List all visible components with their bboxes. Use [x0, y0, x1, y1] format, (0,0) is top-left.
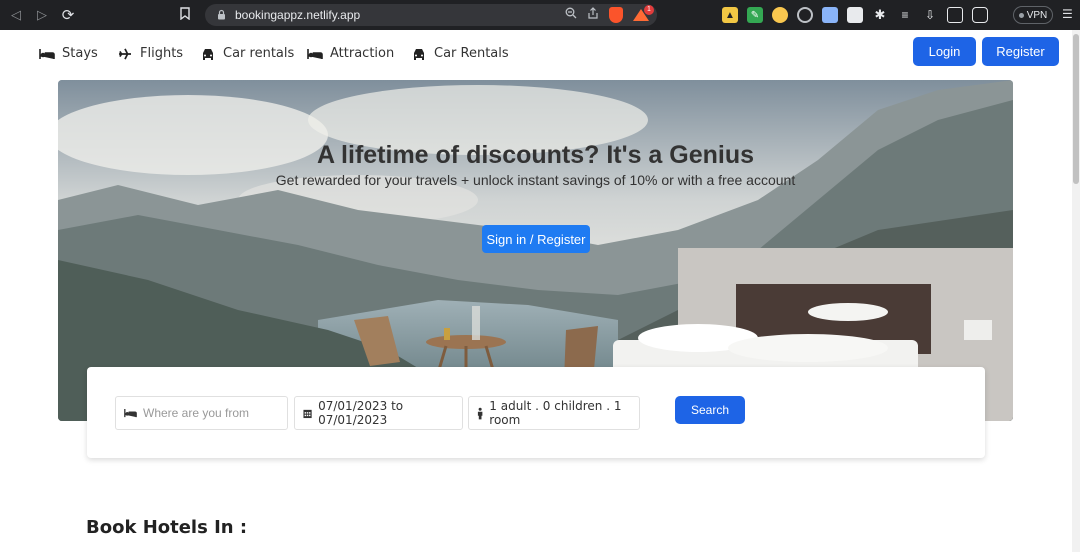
nav-stays-label: Stays — [62, 46, 98, 61]
nav-car-rentals-2-label: Car Rentals — [434, 46, 509, 61]
guests-field[interactable]: 1 adult . 0 children . 1 room — [468, 396, 640, 430]
extension-target-icon[interactable] — [797, 7, 813, 23]
extension-circle-icon[interactable] — [772, 7, 788, 23]
download-icon[interactable]: ⇩ — [922, 7, 938, 23]
bed-icon — [307, 48, 323, 59]
reload-icon[interactable]: ⟳ — [58, 5, 78, 25]
extension-media-icon[interactable] — [847, 7, 863, 23]
page-scrollbar[interactable] — [1072, 30, 1080, 552]
bed-icon — [124, 408, 137, 418]
extension-doc-icon[interactable] — [822, 7, 838, 23]
nav-stays[interactable]: Stays — [39, 46, 98, 61]
reading-list-icon[interactable]: ≡ — [897, 7, 913, 23]
back-icon[interactable]: ◁ — [6, 5, 26, 25]
browser-toolbar: ◁ ▷ ⟳ bookingappz.netlify.app 1 ▲ ✎ ✱ ≡ … — [0, 0, 1080, 30]
nav-attraction-label: Attraction — [330, 46, 395, 61]
search-card: 07/01/2023 to 07/01/2023 1 adult . 0 chi… — [87, 367, 985, 458]
car-icon — [203, 48, 213, 60]
book-hotels-heading: Book Hotels In : — [86, 517, 248, 538]
plane-icon — [119, 47, 131, 60]
calendar-icon — [303, 409, 312, 418]
nav-flights[interactable]: Flights — [117, 46, 183, 61]
car-icon — [414, 48, 424, 60]
destination-input[interactable] — [143, 406, 273, 420]
wallet-icon[interactable] — [972, 7, 988, 23]
nav-car-rentals-label: Car rentals — [223, 46, 295, 61]
zoom-icon[interactable] — [565, 7, 577, 23]
forward-icon[interactable]: ▷ — [32, 5, 52, 25]
search-button[interactable]: Search — [675, 396, 745, 424]
register-button[interactable]: Register — [982, 37, 1059, 66]
url-text: bookingappz.netlify.app — [235, 8, 361, 22]
vpn-label: VPN — [1026, 9, 1048, 21]
share-icon[interactable] — [587, 7, 599, 23]
extensions-puzzle-icon[interactable]: ✱ — [872, 7, 888, 23]
nav-car-rentals-2[interactable]: Car Rentals — [411, 46, 509, 61]
sidebar-icon[interactable] — [947, 7, 963, 23]
nav-car-rentals[interactable]: Car rentals — [200, 46, 294, 61]
date-range-field[interactable]: 07/01/2023 to 07/01/2023 — [294, 396, 463, 430]
guests-text: 1 adult . 0 children . 1 room — [489, 399, 622, 427]
sign-in-register-button[interactable]: Sign in / Register — [482, 225, 590, 253]
vpn-status-dot — [1018, 12, 1024, 18]
date-range-text: 07/01/2023 to 07/01/2023 — [318, 399, 404, 427]
address-bar[interactable]: bookingappz.netlify.app 1 — [205, 4, 657, 26]
bed-icon — [39, 48, 55, 59]
rewards-badge: 1 — [644, 5, 654, 15]
nav-attraction[interactable]: Attraction — [307, 46, 394, 61]
person-icon — [477, 407, 483, 419]
vpn-button[interactable]: VPN — [1013, 6, 1053, 24]
extension-pen-icon[interactable]: ✎ — [747, 7, 763, 23]
hero-subtitle: Get rewarded for your travels + unlock i… — [275, 172, 796, 188]
extension-warning-icon[interactable]: ▲ — [722, 7, 738, 23]
destination-field[interactable] — [115, 396, 288, 430]
site-header: Stays Flights Car rentals Attraction Car… — [0, 30, 1072, 78]
menu-icon[interactable]: ☰ — [1062, 7, 1073, 21]
brave-rewards-icon[interactable]: 1 — [633, 5, 654, 21]
bookmark-icon[interactable] — [180, 7, 194, 23]
lock-icon — [217, 9, 227, 21]
hero-title: A lifetime of discounts? It's a Genius — [316, 141, 755, 169]
nav-flights-label: Flights — [140, 46, 184, 61]
brave-shield-icon[interactable] — [609, 7, 623, 23]
scrollbar-thumb[interactable] — [1073, 34, 1079, 184]
login-button[interactable]: Login — [913, 37, 976, 66]
